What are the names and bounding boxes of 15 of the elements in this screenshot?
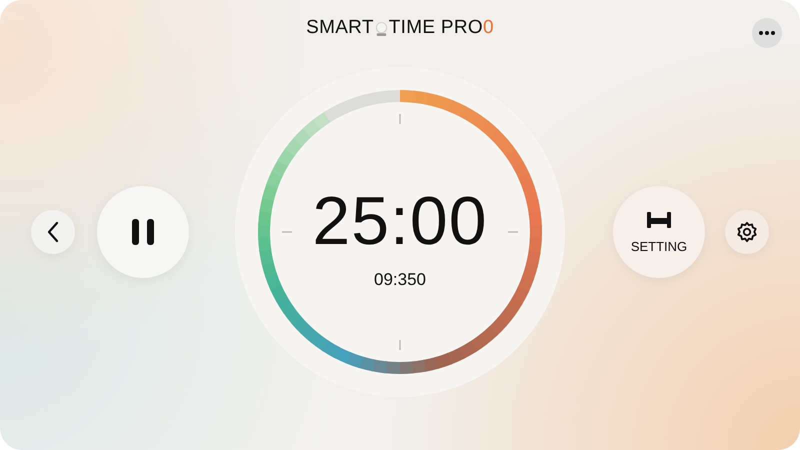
- settings-icon: [736, 221, 758, 243]
- settings-button[interactable]: [725, 210, 769, 254]
- back-icon: [47, 221, 59, 243]
- title-suffix: 0: [483, 17, 494, 39]
- more-icon: [759, 31, 775, 35]
- app-title: SMART: [306, 17, 374, 39]
- pause-icon: [130, 218, 156, 246]
- timer-readout: 25:00: [312, 182, 488, 260]
- bed-icon: [646, 210, 672, 228]
- app-title: TIME PRO: [388, 17, 484, 39]
- secondary-time: 09:350: [374, 270, 426, 290]
- setting-button[interactable]: SETTING: [613, 186, 705, 278]
- back-button[interactable]: [31, 210, 75, 254]
- more-button[interactable]: [752, 18, 782, 48]
- lamp-icon: [374, 21, 388, 38]
